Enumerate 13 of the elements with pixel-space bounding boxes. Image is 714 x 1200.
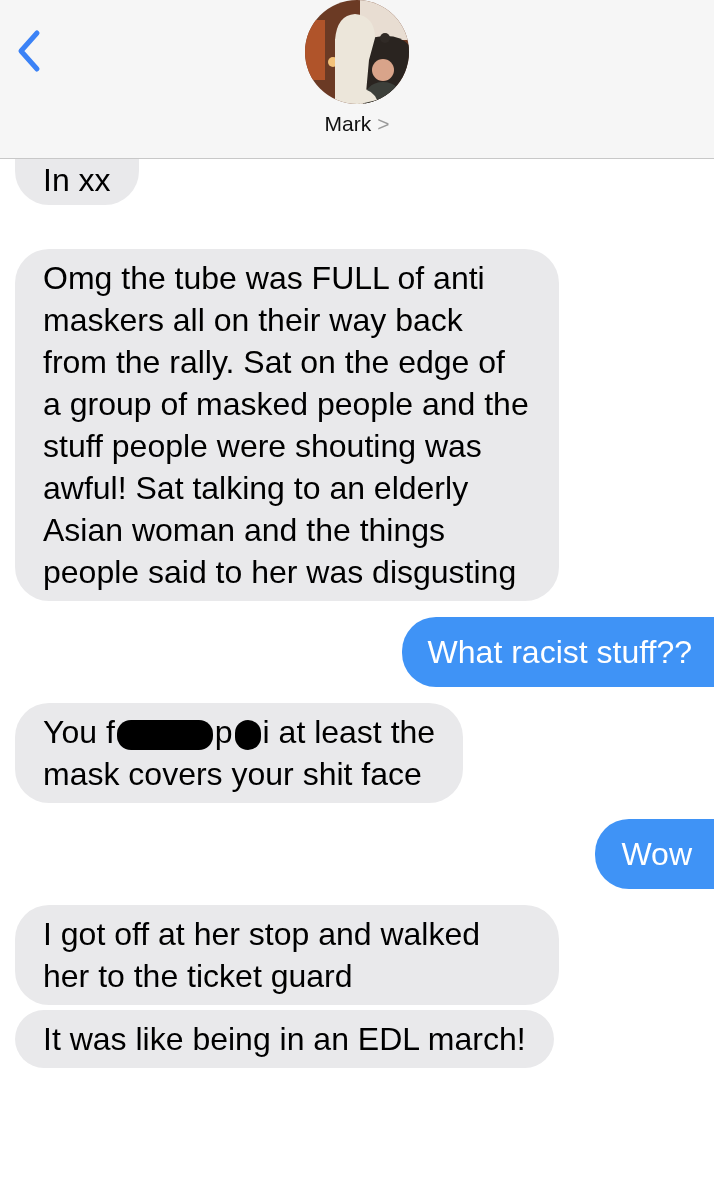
message-text: i at least the bbox=[262, 714, 436, 750]
message-text: Wow bbox=[621, 836, 692, 872]
message-text: You f bbox=[43, 714, 115, 750]
message-text: What racist stuff?? bbox=[427, 634, 692, 670]
message-text: I got off at her stop and walked her to the ticket guard bbox=[43, 916, 481, 994]
redaction-mark bbox=[234, 719, 261, 750]
message-text: In xx bbox=[43, 162, 111, 198]
message-text: It was like being in an EDL march! bbox=[43, 1021, 526, 1057]
back-icon[interactable] bbox=[17, 29, 41, 73]
message-text: mask covers your shit face bbox=[43, 756, 422, 792]
message-text: p bbox=[214, 714, 233, 750]
contact-name[interactable]: Mark bbox=[324, 112, 372, 136]
message-text: Omg the tube was FULL of anti maskers all on their way back from the rally. Sat on the edge of a group of masked people and the stuff people were shouting was awful! Sat talking to an elderly Asian woman and the things people said to her was disgusting bbox=[43, 260, 529, 590]
